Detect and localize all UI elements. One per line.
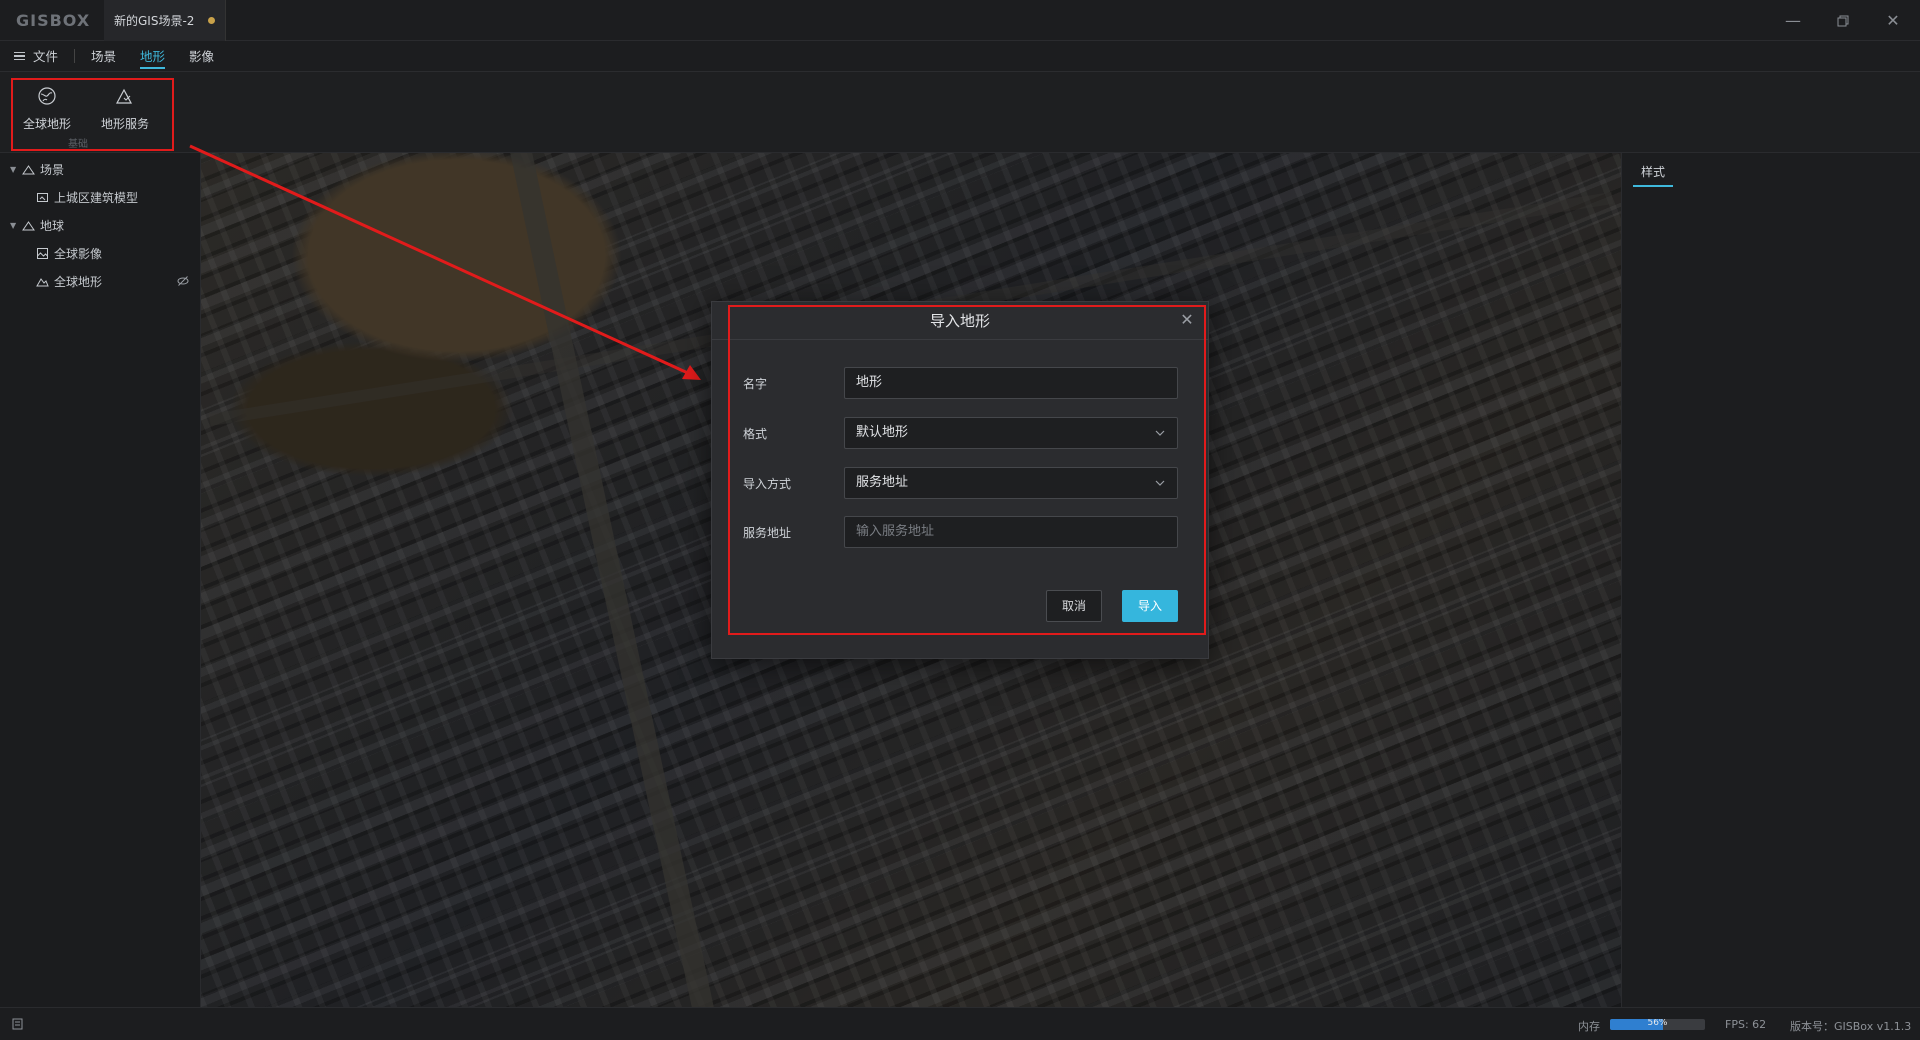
layer-tree-panel: ▼ 场景 上城区建筑模型 ▼ 地球 全球影像 全球地形 — [0, 153, 201, 1007]
menu-terrain[interactable]: 地形 — [128, 41, 177, 72]
memory-bar: 56% — [1610, 1019, 1705, 1030]
tree-node-building-model[interactable]: 上城区建筑模型 — [36, 186, 138, 208]
document-tab-label: 新的GIS场景-2 — [114, 14, 195, 28]
title-bar: GISBOX 新的GIS场景-2 — ✕ — [0, 0, 1920, 41]
menu-imagery[interactable]: 影像 — [177, 41, 226, 72]
memory-label: 内存 — [1578, 1020, 1600, 1033]
model-icon — [37, 192, 48, 202]
eye-hidden-icon[interactable] — [177, 275, 189, 287]
tree-node-earth[interactable]: ▼ 地球 — [10, 214, 64, 236]
menu-scene[interactable]: 场景 — [79, 41, 128, 72]
fps-readout: FPS: 62 — [1725, 1018, 1767, 1031]
unsaved-dot-icon — [208, 17, 216, 24]
tree-node-scene[interactable]: ▼ 场景 — [10, 158, 64, 180]
toolbar-ribbon: 全球地形 地形服务 基础 — [0, 72, 1920, 153]
scene-icon — [22, 164, 35, 174]
caret-down-icon[interactable]: ▼ — [10, 221, 22, 230]
app-logo: GISBOX — [16, 11, 91, 30]
tree-label-global-terrain: 全球地形 — [54, 274, 103, 289]
memory-percent: 56% — [1647, 1019, 1668, 1028]
properties-panel: 样式 — [1621, 153, 1920, 1007]
version-label: 版本号：GISBox v1.1.3 — [1790, 1020, 1912, 1033]
imagery-icon — [37, 247, 48, 259]
status-bar: 内存 56% FPS: 62 版本号：GISBox v1.1.3 — [0, 1007, 1920, 1040]
close-window-icon[interactable]: ✕ — [1868, 0, 1918, 41]
earth-icon — [22, 220, 35, 230]
log-icon[interactable] — [12, 1018, 23, 1030]
highlight-box-tools — [11, 78, 174, 151]
menu-file[interactable]: 文件 — [31, 41, 70, 72]
terrain-icon — [36, 277, 49, 286]
menu-divider — [74, 49, 76, 63]
tree-node-global-imagery[interactable]: 全球影像 — [36, 242, 102, 264]
tree-label-global-imagery: 全球影像 — [54, 246, 103, 261]
tree-label-building-model: 上城区建筑模型 — [54, 190, 139, 205]
tree-label-earth: 地球 — [40, 218, 65, 233]
highlight-box-dialog — [728, 305, 1206, 635]
minimize-icon[interactable]: — — [1768, 0, 1818, 41]
tree-label-scene: 场景 — [40, 162, 65, 177]
restore-icon[interactable] — [1818, 0, 1868, 41]
menu-bar: 文件 场景 地形 影像 — [0, 41, 1920, 72]
caret-down-icon[interactable]: ▼ — [10, 165, 22, 174]
menu-icon[interactable] — [14, 51, 25, 61]
tree-node-global-terrain[interactable]: 全球地形 — [36, 270, 196, 292]
document-tab[interactable]: 新的GIS场景-2 — [104, 0, 226, 41]
tab-style[interactable]: 样式 — [1633, 159, 1674, 187]
